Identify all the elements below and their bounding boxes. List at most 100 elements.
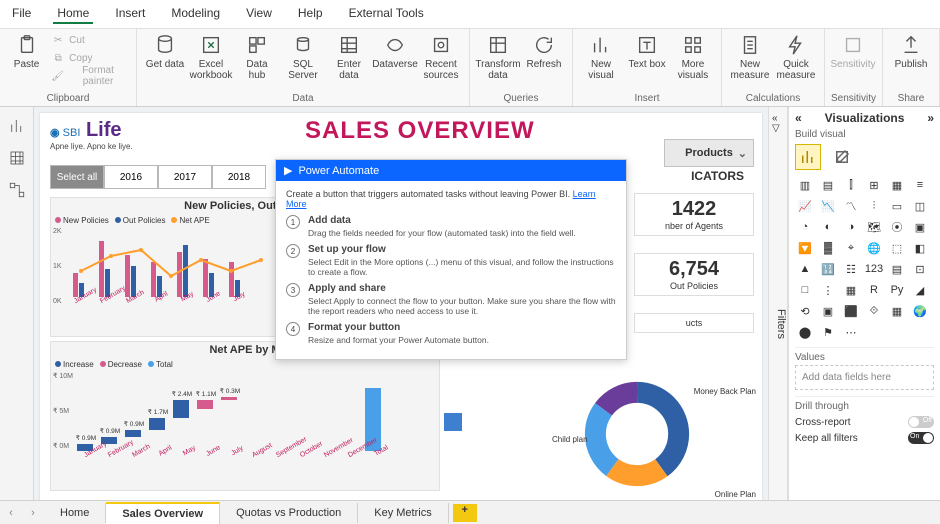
viz-toggle-icon[interactable]: ⬤ xyxy=(795,323,815,341)
page-home[interactable]: Home xyxy=(44,503,106,523)
viz-arcgis-icon[interactable]: ⟲ xyxy=(795,302,815,320)
viz-collapse-icon[interactable]: « xyxy=(795,111,802,125)
viz-custom-2-icon[interactable]: ⟐ xyxy=(864,302,884,320)
viz-stacked-column-icon[interactable]: ⫿ xyxy=(841,176,861,194)
viz-stacked-bar-100-icon[interactable]: ▦ xyxy=(887,176,907,194)
transform-icon xyxy=(484,33,512,57)
menu-view[interactable]: View xyxy=(242,4,276,24)
new-measure-button[interactable]: New measure xyxy=(728,31,772,83)
viz-line-icon[interactable]: 📈 xyxy=(795,197,815,215)
viz-flag-icon[interactable]: ⚑ xyxy=(818,323,838,341)
viz-gauge-icon[interactable]: 🔽 xyxy=(795,239,815,257)
menu-insert[interactable]: Insert xyxy=(111,4,149,24)
page-prev[interactable]: ‹ xyxy=(0,507,22,519)
chart-net-ape[interactable]: Net APE by M Increase Decrease Total ₹ 1… xyxy=(50,341,440,491)
viz-ribbon-icon[interactable]: ◫ xyxy=(910,197,930,215)
viz-globe-icon[interactable]: 🌍 xyxy=(910,302,930,320)
viz-line-clustered-icon[interactable]: ⫶ xyxy=(864,197,884,215)
viz-donut-icon[interactable]: ◐ xyxy=(818,218,838,236)
menu-home[interactable]: Home xyxy=(53,4,93,24)
viz-scatter-icon[interactable]: ⌖ xyxy=(841,239,861,257)
viz-decomposition-icon[interactable]: ⊡ xyxy=(910,260,930,278)
text-box-button[interactable]: Text box xyxy=(625,31,669,72)
viz-matrix-icon[interactable]: ▲ xyxy=(795,260,815,278)
refresh-button[interactable]: Refresh xyxy=(522,31,566,72)
viz-table-icon[interactable]: ◧ xyxy=(910,239,930,257)
model-view-icon[interactable] xyxy=(8,181,26,199)
viz-more-icon[interactable]: ⋯ xyxy=(841,323,861,341)
sensitivity-button[interactable]: Sensitivity xyxy=(831,31,875,72)
viz-area-icon[interactable]: 📉 xyxy=(818,197,838,215)
viz-paginated-icon[interactable]: ▦ xyxy=(841,281,861,299)
viz-power-apps-icon[interactable]: ▣ xyxy=(818,302,838,320)
viz-expand-icon[interactable]: » xyxy=(927,111,934,125)
keep-filters-toggle[interactable]: On xyxy=(908,432,934,444)
viz-line-stacked-icon[interactable]: ▭ xyxy=(887,197,907,215)
filters-pane[interactable]: « Filters ▽ xyxy=(768,107,788,511)
report-view-icon[interactable] xyxy=(8,117,26,135)
format-painter-button[interactable]: 🖌Format painter xyxy=(49,67,130,85)
viz-filled-map-icon[interactable]: ⦿ xyxy=(887,218,907,236)
viz-stacked-column-100-icon[interactable]: ≡ xyxy=(910,176,930,194)
viz-py-visual-icon[interactable]: Py xyxy=(887,281,907,299)
quick-measure-button[interactable]: Quick measure xyxy=(774,31,818,83)
cut-button[interactable]: ✂Cut xyxy=(49,31,130,49)
more-visuals-button[interactable]: More visuals xyxy=(671,31,715,83)
enter-data-button[interactable]: Enter data xyxy=(327,31,371,83)
viz-pie-icon[interactable]: ◔ xyxy=(795,218,815,236)
add-page-button[interactable]: + xyxy=(453,504,477,522)
viz-smart-narrative-icon[interactable]: ⋮ xyxy=(818,281,838,299)
viz-multi-card-icon[interactable]: ☷ xyxy=(841,260,861,278)
viz-azure-map-icon[interactable]: 🌐 xyxy=(864,239,884,257)
year-select-all[interactable]: Select all xyxy=(50,165,104,189)
sql-server-button[interactable]: SQL Server xyxy=(281,31,325,83)
power-automate-visual[interactable]: ▶ Power Automate Create a button that tr… xyxy=(275,159,627,360)
paste-button[interactable]: Paste xyxy=(6,31,47,72)
transform-data-button[interactable]: Transform data xyxy=(476,31,520,83)
year-2018[interactable]: 2018 xyxy=(212,165,266,189)
get-data-button[interactable]: Get data xyxy=(143,31,187,72)
page-sales-overview[interactable]: Sales Overview xyxy=(106,502,220,524)
year-2017[interactable]: 2017 xyxy=(158,165,212,189)
viz-key-influencers-icon[interactable]: ▤ xyxy=(887,260,907,278)
viz-clustered-column-icon[interactable]: ⊞ xyxy=(864,176,884,194)
viz-kpi-icon[interactable]: 123 xyxy=(864,260,884,278)
menu-file[interactable]: File xyxy=(8,4,35,24)
build-visual-tab[interactable] xyxy=(795,144,821,170)
menu-external-tools[interactable]: External Tools xyxy=(345,4,428,24)
viz-custom-1-icon[interactable]: ⬛ xyxy=(841,302,861,320)
viz-clustered-bar-icon[interactable]: ▤ xyxy=(818,176,838,194)
viz-waterfall-icon[interactable]: ▓ xyxy=(818,239,838,257)
chart-products-donut[interactable]: Money Back Plan Child plan Online Plan xyxy=(582,379,752,499)
kpi-agents: 1422 nber of Agents xyxy=(634,193,754,236)
page-quotas[interactable]: Quotas vs Production xyxy=(220,503,358,523)
page-key-metrics[interactable]: Key Metrics xyxy=(358,503,448,523)
values-field-well[interactable]: Add data fields here xyxy=(795,365,934,390)
publish-button[interactable]: Publish xyxy=(889,31,933,72)
viz-stacked-bar-icon[interactable]: ▥ xyxy=(795,176,815,194)
menu-help[interactable]: Help xyxy=(294,4,327,24)
data-view-icon[interactable] xyxy=(8,149,26,167)
dataverse-button[interactable]: Dataverse xyxy=(373,31,417,72)
viz-custom-3-icon[interactable]: ▦ xyxy=(887,302,907,320)
viz-funnel-icon[interactable]: ▣ xyxy=(910,218,930,236)
format-visual-tab[interactable] xyxy=(829,144,855,170)
report-canvas[interactable]: ◉ SBI Life Apne liye. Apno ke liye. SALE… xyxy=(40,113,762,505)
viz-r-visual-icon[interactable]: R xyxy=(864,281,884,299)
viz-stacked-area-icon[interactable]: 〽 xyxy=(841,197,861,215)
menu-modeling[interactable]: Modeling xyxy=(167,4,224,24)
new-visual-button[interactable]: New visual xyxy=(579,31,623,83)
cross-report-toggle[interactable]: Off xyxy=(908,416,934,428)
data-hub-button[interactable]: Data hub xyxy=(235,31,279,83)
recent-sources-button[interactable]: Recent sources xyxy=(419,31,463,83)
viz-map-icon[interactable]: 🗺 xyxy=(864,218,884,236)
viz-power-automate-icon[interactable]: ◢ xyxy=(910,281,930,299)
viz-slicer-icon[interactable]: ⬚ xyxy=(887,239,907,257)
year-2016[interactable]: 2016 xyxy=(104,165,158,189)
page-next[interactable]: › xyxy=(22,507,44,519)
viz-qa-icon[interactable]: □ xyxy=(795,281,815,299)
viz-card-icon[interactable]: 🔢 xyxy=(818,260,838,278)
viz-treemap-icon[interactable]: ◑ xyxy=(841,218,861,236)
products-dropdown[interactable]: Products xyxy=(664,139,754,167)
excel-workbook-button[interactable]: Excel workbook xyxy=(189,31,233,83)
